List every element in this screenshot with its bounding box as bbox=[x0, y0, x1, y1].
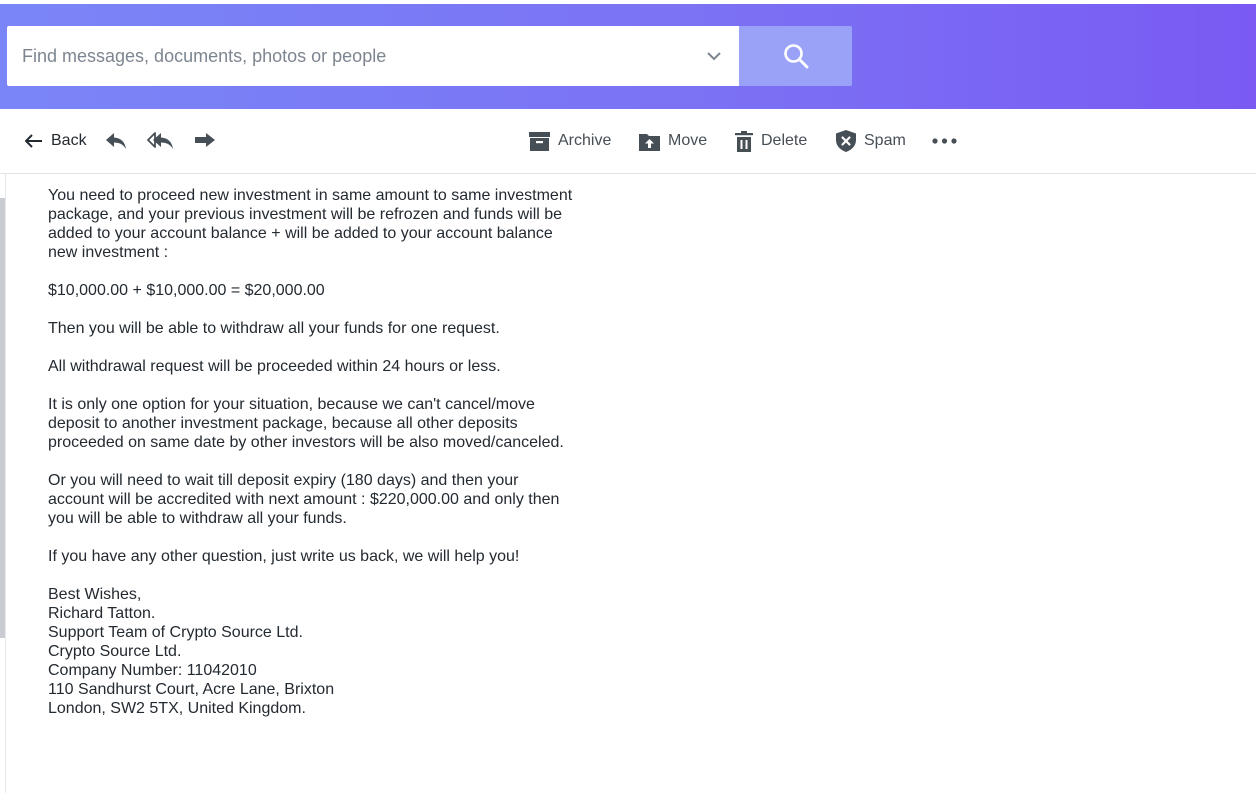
message-paragraph: Best Wishes, Richard Tatton. Support Team … bbox=[48, 585, 608, 718]
message-line: new investment : bbox=[48, 244, 169, 261]
message-line: $10,000.00 + $10,000.00 = $20,000.00 bbox=[48, 282, 325, 299]
back-label: Back bbox=[51, 132, 87, 149]
message-line: Then you will be able to withdraw all yo… bbox=[48, 320, 500, 337]
spam-label: Spam bbox=[864, 132, 906, 149]
spam-button[interactable]: Spam bbox=[836, 109, 906, 173]
message-paragraph: $10,000.00 + $10,000.00 = $20,000.00 bbox=[48, 281, 608, 300]
archive-label: Archive bbox=[558, 132, 612, 149]
message-line: If you have any other question, just wri… bbox=[48, 548, 520, 565]
message-paragraph: All withdrawal request will be proceeded… bbox=[48, 357, 608, 376]
message-paragraph: You need to proceed new investment in sa… bbox=[48, 186, 608, 262]
more-actions-button[interactable] bbox=[932, 109, 957, 173]
reply-icon bbox=[106, 133, 126, 149]
message-line: account will be accredited with next amo… bbox=[48, 491, 560, 508]
message-line: proceeded on same date by other investor… bbox=[48, 434, 564, 451]
search-input[interactable] bbox=[7, 26, 687, 86]
message-line: London, SW2 5TX, United Kingdom. bbox=[48, 700, 306, 717]
message-line: It is only one option for your situation… bbox=[48, 396, 535, 413]
message-line: package, and your previous investment wi… bbox=[48, 206, 563, 223]
delete-label: Delete bbox=[761, 132, 808, 149]
shield-icon bbox=[836, 130, 856, 152]
search-icon bbox=[783, 44, 808, 69]
message-line: added to your account balance + will be … bbox=[48, 225, 553, 242]
message-line: Best Wishes, bbox=[48, 586, 142, 603]
move-label: Move bbox=[668, 132, 708, 149]
archive-icon bbox=[529, 131, 550, 151]
message-line: Richard Tatton. bbox=[48, 605, 156, 622]
message-line: You need to proceed new investment in sa… bbox=[48, 187, 573, 204]
header-bar bbox=[0, 4, 1256, 109]
message-line: Company Number: 11042010 bbox=[48, 662, 257, 679]
message-body: You need to proceed new investment in sa… bbox=[48, 164, 608, 718]
message-line: you will be able to withdraw all your fu… bbox=[48, 510, 347, 527]
message-line: Or you will need to wait till deposit ex… bbox=[48, 472, 519, 489]
message-line: deposit to another investment package, b… bbox=[48, 415, 518, 432]
message-paragraph: It is only one option for your situation… bbox=[48, 395, 608, 452]
message-paragraph: If you have any other question, just wri… bbox=[48, 547, 608, 566]
clipped-line-spacer bbox=[48, 164, 608, 186]
trash-icon bbox=[735, 130, 753, 152]
left-scroll-rail[interactable] bbox=[0, 174, 6, 793]
arrow-left-icon bbox=[25, 134, 42, 148]
forward-icon bbox=[195, 133, 215, 147]
reply-all-icon bbox=[147, 132, 173, 149]
chevron-down-icon[interactable] bbox=[704, 46, 724, 66]
message-line: 110 Sandhurst Court, Acre Lane, Brixton bbox=[48, 681, 335, 698]
delete-button[interactable]: Delete bbox=[735, 109, 807, 173]
message-paragraph: Then you will be able to withdraw all yo… bbox=[48, 319, 608, 338]
more-dots-icon bbox=[932, 138, 957, 144]
search-button[interactable] bbox=[739, 26, 852, 86]
move-button[interactable]: Move bbox=[639, 109, 707, 173]
message-paragraph: Or you will need to wait till deposit ex… bbox=[48, 471, 608, 528]
message-line: Crypto Source Ltd. bbox=[48, 643, 182, 660]
search-box bbox=[7, 26, 739, 86]
scrollbar-thumb[interactable] bbox=[0, 198, 5, 638]
move-icon bbox=[639, 133, 660, 151]
message-line: All withdrawal request will be proceeded… bbox=[48, 358, 501, 375]
message-line: Support Team of Crypto Source Ltd. bbox=[48, 624, 303, 641]
